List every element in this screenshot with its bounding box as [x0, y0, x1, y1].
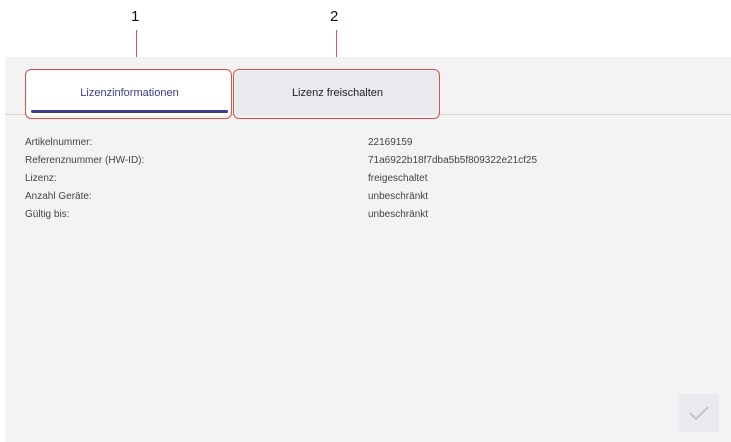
callout-number-2: 2 [330, 8, 339, 25]
license-info-list: Artikelnummer: 22169159 Referenznummer (… [25, 137, 725, 227]
info-row-article-number: Artikelnummer: 22169159 [25, 137, 725, 155]
info-label: Anzahl Geräte: [25, 191, 92, 202]
info-value: 22169159 [368, 137, 413, 148]
checkmark-icon [689, 406, 709, 421]
info-value: freigeschaltet [368, 173, 428, 184]
info-label: Referenznummer (HW-ID): [25, 155, 145, 166]
callout-highlight-1 [25, 69, 232, 119]
info-value: unbeschränkt [368, 191, 429, 202]
info-label: Gültig bis: [25, 209, 70, 220]
info-row-valid-until: Gültig bis: unbeschränkt [25, 209, 725, 227]
info-value: 71a6922b18f7dba5b5f809322e21cf25 [368, 155, 538, 166]
info-row-license: Lizenz: freigeschaltet [25, 173, 725, 191]
callout-highlight-2 [233, 69, 440, 119]
callout-number-1: 1 [131, 8, 140, 25]
info-row-reference-number: Referenznummer (HW-ID): 71a6922b18f7dba5… [25, 155, 725, 173]
info-label: Artikelnummer: [25, 137, 93, 148]
confirm-button[interactable] [679, 394, 719, 432]
info-value: unbeschränkt [368, 209, 429, 220]
info-row-device-count: Anzahl Geräte: unbeschränkt [25, 191, 725, 209]
info-label: Lizenz: [25, 173, 57, 184]
